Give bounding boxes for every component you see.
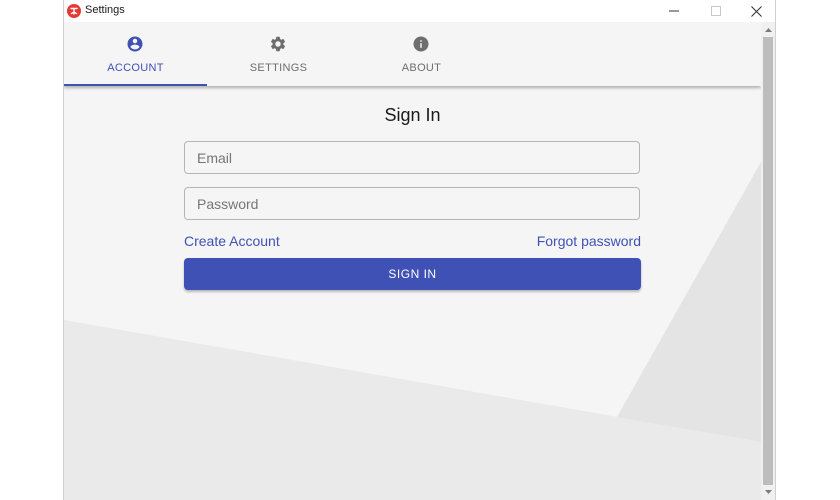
- active-tab-indicator: [64, 84, 207, 86]
- arrow-down-icon: [764, 490, 772, 494]
- create-account-link[interactable]: Create Account: [184, 233, 280, 249]
- account-circle-icon: [127, 36, 143, 52]
- maximize-icon: [711, 6, 721, 16]
- scrollbar-thumb[interactable]: [763, 37, 773, 485]
- password-field[interactable]: [184, 187, 640, 220]
- minimize-button[interactable]: [652, 0, 696, 22]
- scroll-up-button[interactable]: [761, 24, 775, 36]
- sign-in-button[interactable]: SIGN IN: [184, 258, 641, 290]
- email-field[interactable]: [184, 141, 640, 174]
- gear-icon: [270, 36, 286, 52]
- info-icon: [413, 36, 429, 52]
- settings-window: Settings ACCOUNT SETTINGS ABOUT Sign In …: [63, 0, 776, 500]
- sign-in-heading: Sign In: [384, 105, 441, 125]
- close-button[interactable]: [734, 0, 775, 22]
- tab-about-label: ABOUT: [401, 62, 442, 74]
- close-icon: [750, 5, 762, 17]
- minimize-icon: [669, 10, 679, 12]
- title-bar[interactable]: Settings: [64, 0, 775, 22]
- tab-about[interactable]: ABOUT: [350, 22, 493, 86]
- tab-account-label: ACCOUNT: [107, 62, 164, 74]
- app-logo-icon: [67, 4, 81, 18]
- tab-account[interactable]: ACCOUNT: [64, 22, 207, 86]
- vertical-scrollbar[interactable]: [761, 22, 775, 500]
- tab-bar: ACCOUNT SETTINGS ABOUT: [64, 22, 761, 86]
- window-title: Settings: [85, 4, 125, 16]
- forgot-password-link[interactable]: Forgot password: [537, 233, 641, 249]
- tab-settings-label: SETTINGS: [249, 62, 308, 74]
- tab-settings[interactable]: SETTINGS: [207, 22, 350, 86]
- arrow-up-icon: [764, 28, 772, 32]
- scroll-down-button[interactable]: [761, 486, 775, 498]
- maximize-button[interactable]: [694, 0, 738, 22]
- settings-content: ACCOUNT SETTINGS ABOUT Sign In Create Ac…: [64, 22, 761, 500]
